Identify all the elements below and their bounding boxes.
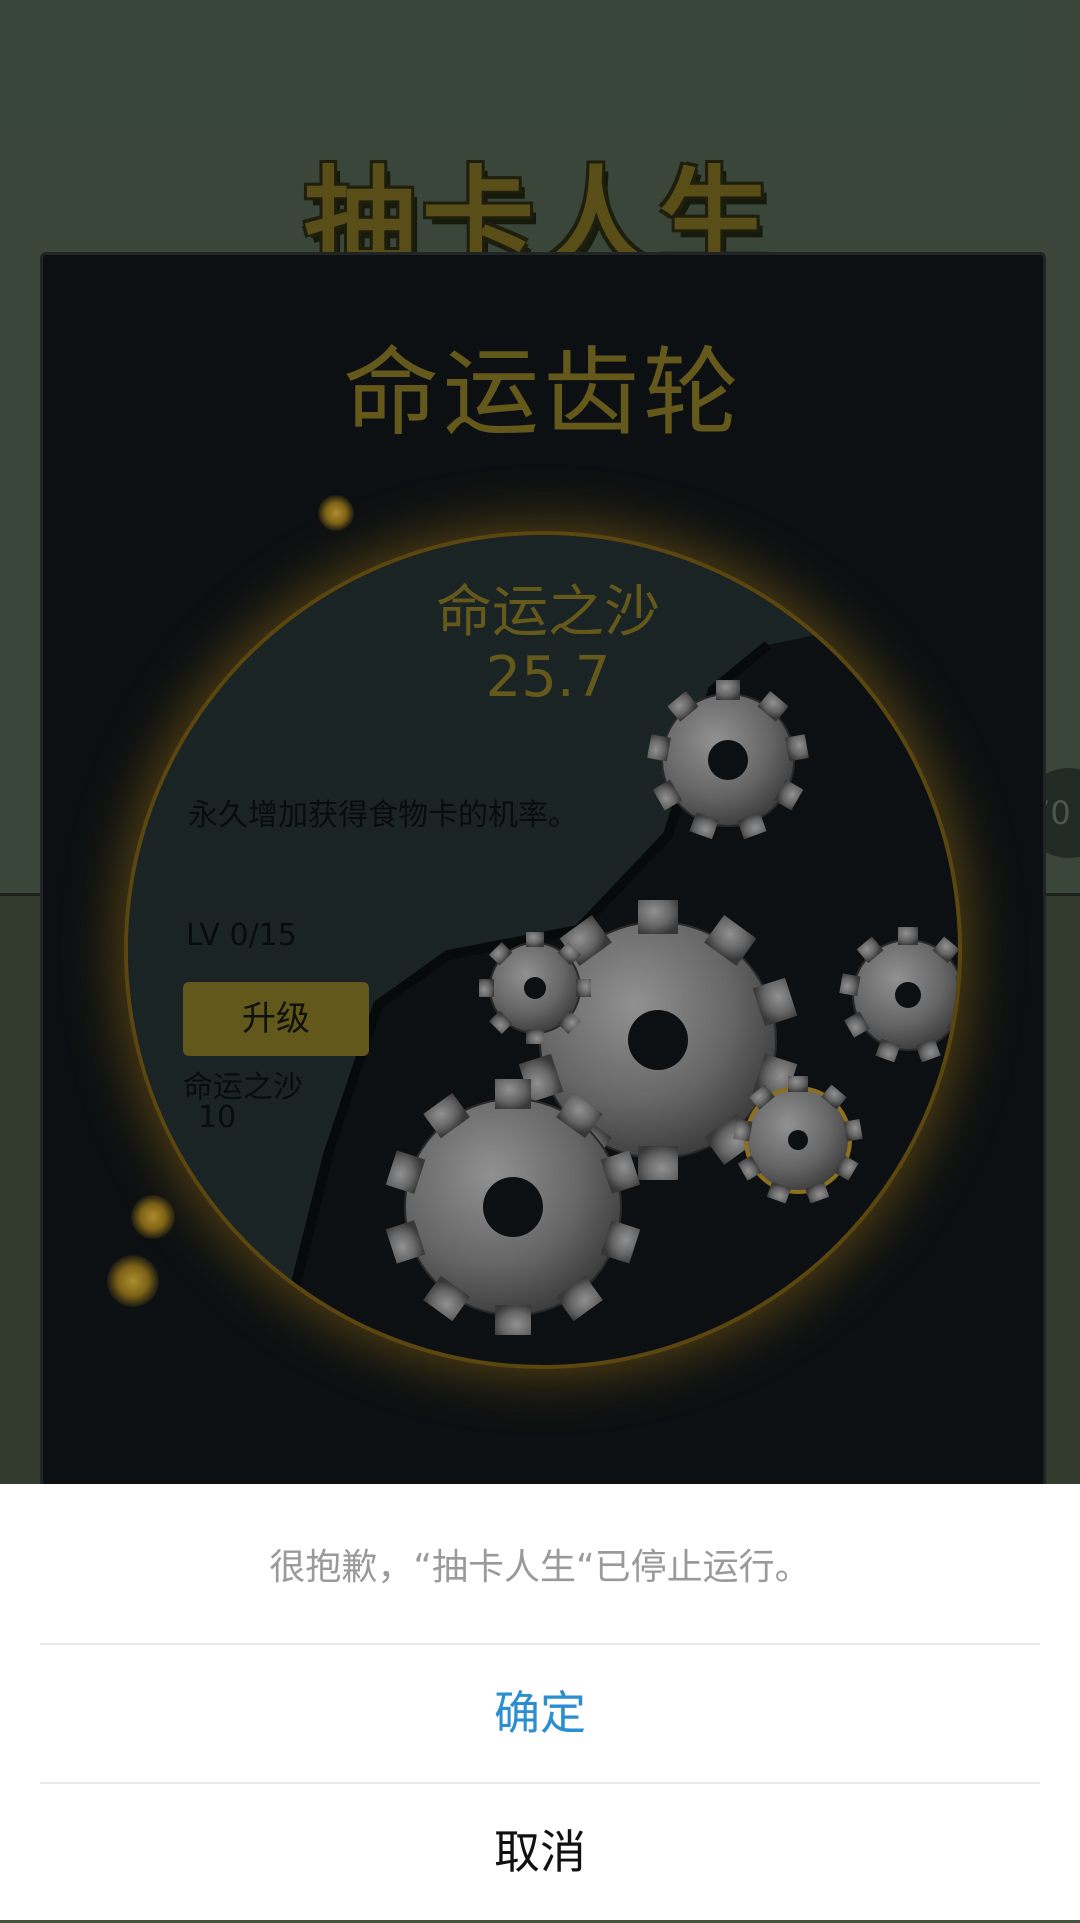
cancel-button[interactable]: 取消 xyxy=(40,1784,1040,1920)
panel-title: 命运齿轮 xyxy=(343,337,743,449)
gear-wheel: 命运之沙 25.7 永久增加获得食物卡的机率。 LV 0/15 升级 命运之沙 … xyxy=(128,535,958,1365)
sparkle-icon xyxy=(318,495,354,531)
fate-gear-panel: 命运齿轮 命运之沙 25.7 永久增加获得食物卡的机率。 LV 0/15 升级 … xyxy=(40,252,1046,1488)
upgrade-button[interactable]: 升级 xyxy=(183,982,369,1056)
crash-dialog: 很抱歉，“抽卡人生“已停止运行。 确定 取消 xyxy=(0,1484,1080,1920)
cost-value: 10 xyxy=(198,1100,237,1135)
gear-icon xyxy=(733,1076,863,1204)
resource-value: 25.7 xyxy=(485,645,611,710)
upgrade-description: 永久增加获得食物卡的机率。 xyxy=(188,798,578,833)
resource-name: 命运之沙 xyxy=(436,580,660,645)
gear-icon xyxy=(839,927,958,1063)
level-indicator: LV 0/15 xyxy=(186,918,297,953)
confirm-button[interactable]: 确定 xyxy=(40,1645,1040,1781)
gear-icon xyxy=(479,932,591,1044)
crash-message: 很抱歉，“抽卡人生“已停止运行。 xyxy=(269,1547,811,1588)
